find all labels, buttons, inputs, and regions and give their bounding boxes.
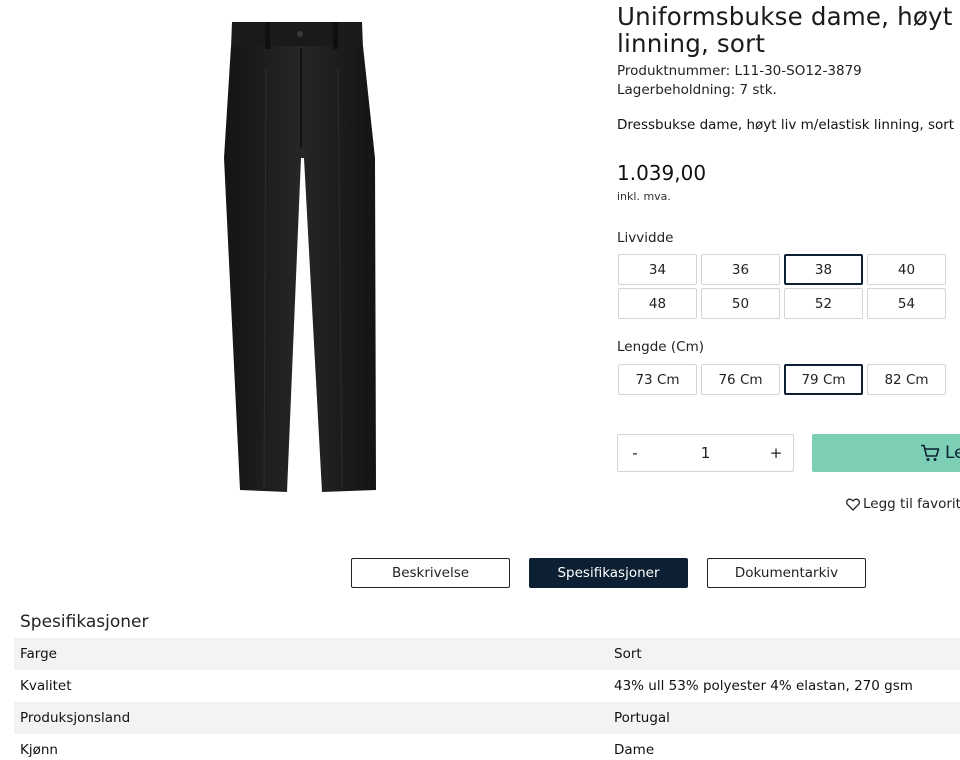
length-option[interactable]: 82 Cm bbox=[867, 364, 946, 395]
product-image bbox=[170, 8, 440, 508]
table-row: Produksjonsland Portugal bbox=[14, 702, 960, 734]
add-to-favorites-label: Legg til favoritt bbox=[863, 496, 960, 512]
waist-size-option[interactable]: 48 bbox=[618, 288, 697, 319]
tab-spesifikasjoner[interactable]: Spesifikasjoner bbox=[529, 558, 688, 588]
spec-key: Kjønn bbox=[20, 742, 58, 758]
add-to-cart-label: Le bbox=[945, 443, 960, 463]
waist-size-option[interactable]: 34 bbox=[618, 254, 697, 285]
quantity-increase-button[interactable]: + bbox=[759, 435, 793, 471]
spec-value: Sort bbox=[614, 646, 642, 662]
quantity-input[interactable] bbox=[652, 435, 759, 471]
cart-icon bbox=[920, 444, 940, 462]
waist-size-option[interactable]: 54 bbox=[867, 288, 946, 319]
spec-value: Portugal bbox=[614, 710, 670, 726]
table-row: Farge Sort bbox=[14, 638, 960, 670]
waist-size-option[interactable]: 50 bbox=[701, 288, 780, 319]
waist-size-option[interactable]: 40 bbox=[867, 254, 946, 285]
quantity-decrease-button[interactable]: - bbox=[618, 435, 652, 471]
waist-label: Livvidde bbox=[617, 230, 674, 246]
quantity-stepper: - + bbox=[617, 434, 794, 472]
spec-key: Farge bbox=[20, 646, 57, 662]
waist-size-option[interactable]: 38 bbox=[784, 254, 863, 285]
product-title-line1: Uniformsbukse dame, høyt liv bbox=[617, 2, 960, 31]
length-option[interactable]: 79 Cm bbox=[784, 364, 863, 395]
price: 1.039,00 bbox=[617, 161, 707, 185]
spec-value: 43% ull 53% polyester 4% elastan, 270 gs… bbox=[614, 678, 913, 694]
heart-icon bbox=[846, 498, 860, 511]
product-title-line2: linning, sort bbox=[617, 29, 766, 58]
vat-note: inkl. mva. bbox=[617, 190, 671, 203]
table-row: Kvalitet 43% ull 53% polyester 4% elasta… bbox=[14, 670, 960, 702]
waist-size-option[interactable]: 36 bbox=[701, 254, 780, 285]
product-number: Produktnummer: L11-30-SO12-3879 bbox=[617, 63, 862, 79]
add-to-favorites-link[interactable]: Legg til favoritt bbox=[846, 496, 960, 512]
length-option[interactable]: 73 Cm bbox=[618, 364, 697, 395]
waist-size-option[interactable]: 52 bbox=[784, 288, 863, 319]
length-label: Lengde (Cm) bbox=[617, 339, 704, 355]
add-to-cart-button[interactable]: Le bbox=[812, 434, 960, 472]
table-row: Kjønn Dame bbox=[14, 734, 960, 760]
specifications-heading: Spesifikasjoner bbox=[20, 612, 149, 632]
stock-status: Lagerbeholdning: 7 stk. bbox=[617, 82, 777, 98]
spec-key: Kvalitet bbox=[20, 678, 72, 694]
tab-beskrivelse[interactable]: Beskrivelse bbox=[351, 558, 510, 588]
specifications-table: Farge Sort Kvalitet 43% ull 53% polyeste… bbox=[14, 638, 960, 760]
spec-value: Dame bbox=[614, 742, 655, 758]
spec-key: Produksjonsland bbox=[20, 710, 131, 726]
trousers-image bbox=[224, 22, 376, 492]
tab-dokumentarkiv[interactable]: Dokumentarkiv bbox=[707, 558, 866, 588]
length-option[interactable]: 76 Cm bbox=[701, 364, 780, 395]
short-description: Dressbukse dame, høyt liv m/elastisk lin… bbox=[617, 117, 955, 133]
